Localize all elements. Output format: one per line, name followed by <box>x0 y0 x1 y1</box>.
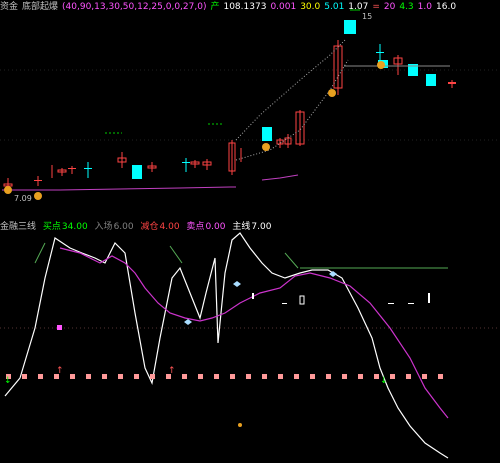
accent-line <box>169 245 183 264</box>
diamond-signal-icon <box>184 271 337 325</box>
candles <box>3 20 456 190</box>
signal-dots <box>6 374 443 379</box>
up-arrow-icon: ↑ <box>56 366 64 376</box>
main-line <box>4 232 449 459</box>
indicator-panel[interactable]: 金融三线 买点34.00 入场6.00 减仓4.00 卖点0.00 主线7.00 <box>0 218 500 463</box>
magenta-marker <box>57 325 62 330</box>
accent-line <box>284 252 299 269</box>
price-panel[interactable]: 资金 底部起爆 (40,90,13,30,50,12,25,0,0,27,0) 产 10… <box>0 0 500 213</box>
down-arrow-icon: ↓ <box>380 376 388 386</box>
down-arrow-icon: ↓ <box>4 376 12 386</box>
candlestick-chart <box>0 9 500 200</box>
mini-markers <box>252 293 430 305</box>
channel-upper <box>235 39 346 141</box>
oscillator-chart: ↑ ↑ ↓ ↓ <box>0 232 500 459</box>
warning-icon <box>238 423 242 427</box>
support-line-2 <box>261 174 299 181</box>
buy-signal-icon <box>4 61 385 200</box>
up-arrow-icon: ↑ <box>168 366 176 376</box>
support-line <box>2 186 236 191</box>
accent-line <box>34 242 46 264</box>
channel-lower <box>235 59 349 161</box>
